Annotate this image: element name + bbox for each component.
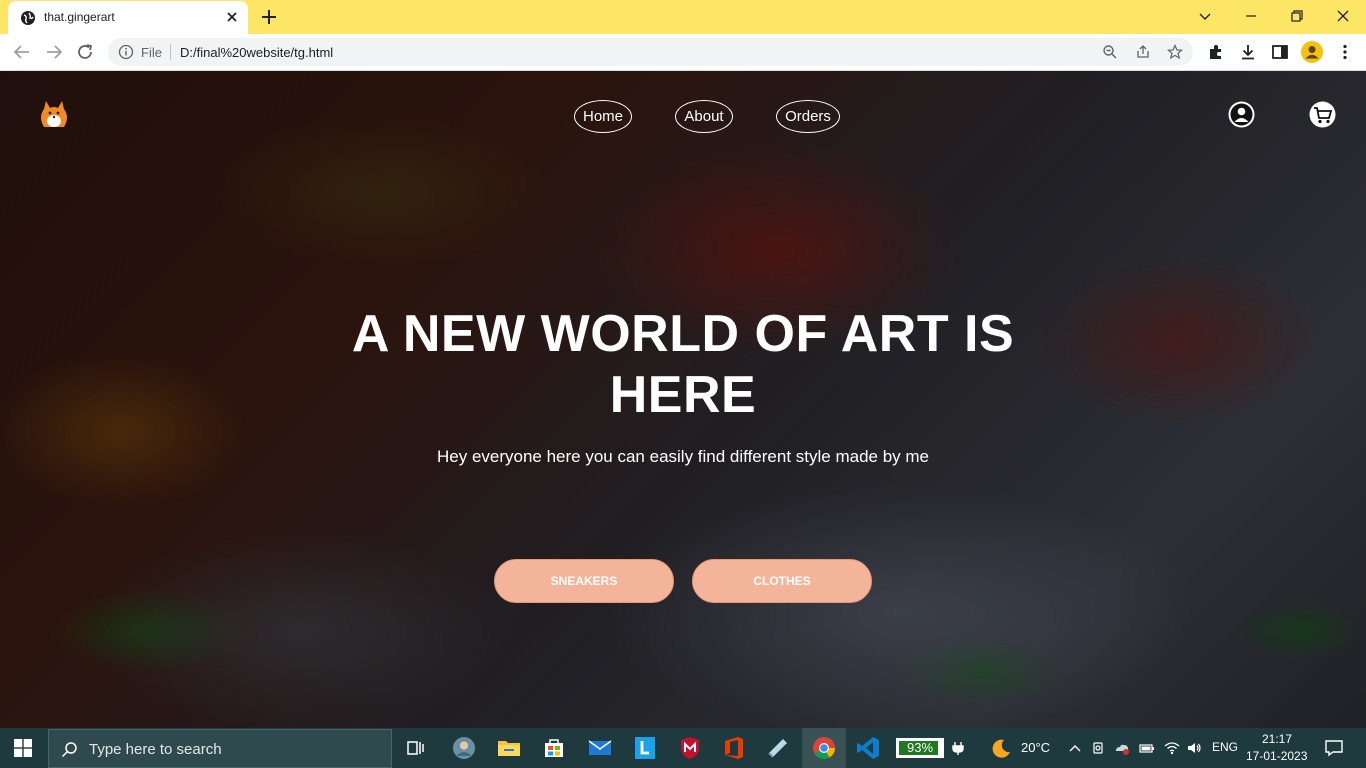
reload-icon[interactable] [75,42,97,62]
search-icon [61,742,77,758]
nav-about-link[interactable]: About [675,100,733,133]
lenovo-l-icon[interactable] [632,735,658,761]
clock-time[interactable]: 21:17 [1262,732,1292,746]
windows-start-icon[interactable] [14,739,32,757]
tab-title: that.gingerart [44,10,115,24]
microsoft-store-icon[interactable] [541,735,567,761]
zoom-icon[interactable] [1102,44,1118,60]
hero-subtitle: Hey everyone here you can easily find di… [436,447,929,466]
menu-dots-icon[interactable] [1336,43,1354,61]
vscode-icon[interactable] [855,735,881,761]
chevron-up-icon[interactable] [1067,740,1083,756]
camera-icon[interactable] [1091,740,1107,756]
download-icon[interactable] [1239,43,1257,61]
sneakers-button[interactable]: SNEAKERS [494,559,674,603]
power-plug-icon[interactable] [950,740,966,756]
url-text[interactable]: D:/final%20website/tg.html [180,45,333,60]
browser-tab-strip: that.gingerart [0,0,1366,34]
share-icon[interactable] [1135,44,1151,60]
language-indicator[interactable]: ENG [1212,740,1238,754]
taskbar-search-box[interactable]: Type here to search [48,729,392,768]
nav-home-link[interactable]: Home [574,100,632,133]
user-account-icon[interactable] [1228,101,1255,128]
hero-section: Home About Orders A NEW WORLD OF ART IS … [0,71,1366,728]
chevron-down-icon[interactable] [1194,6,1216,26]
clock-date[interactable]: 17-01-2023 [1246,749,1307,763]
new-tab-icon[interactable] [259,7,279,27]
shopping-cart-icon[interactable] [1309,101,1336,128]
windows-taskbar: Type here to search 93% 20°C ENG 21:17 1… [0,728,1366,768]
browser-toolbar: File D:/final%20website/tg.html [0,34,1366,71]
close-window-icon[interactable] [1332,6,1354,26]
volume-icon[interactable] [1186,740,1202,756]
clothes-button[interactable]: CLOTHES [692,559,872,603]
wifi-icon[interactable] [1164,740,1180,756]
info-icon[interactable] [118,44,134,60]
hero-title: A NEW WORLD OF ART IS HERE [351,305,1015,424]
extensions-icon[interactable] [1207,43,1225,61]
profile-avatar[interactable] [1301,41,1323,63]
task-view-icon[interactable] [403,735,429,761]
restore-icon[interactable] [1286,6,1308,26]
weather-temperature[interactable]: 20°C [1021,740,1050,755]
back-arrow-icon[interactable] [11,42,33,62]
battery-tray-icon[interactable] [1139,740,1155,756]
search-placeholder: Type here to search [89,741,222,758]
battery-indicator[interactable]: 93% [896,738,944,758]
chrome-icon[interactable] [811,735,837,761]
moon-weather-icon[interactable] [990,737,1012,759]
divider [170,44,171,60]
star-icon[interactable] [1167,44,1183,60]
close-icon[interactable] [224,9,240,25]
side-panel-icon[interactable] [1271,43,1289,61]
mail-icon[interactable] [587,735,613,761]
url-scheme-label: File [141,45,162,60]
globe-icon [21,11,35,25]
fox-logo[interactable] [36,97,72,133]
battery-percent: 93% [906,740,934,755]
people-icon[interactable] [451,735,477,761]
address-bar[interactable]: File D:/final%20website/tg.html [108,38,1193,66]
person-icon [1305,46,1319,59]
onedrive-icon[interactable] [1114,740,1130,756]
snip-tool-icon[interactable] [765,735,791,761]
file-explorer-icon[interactable] [496,735,522,761]
mcafee-shield-icon[interactable] [677,735,703,761]
notification-center-icon[interactable] [1324,738,1344,758]
browser-tab[interactable]: that.gingerart [8,1,248,34]
office-icon[interactable] [721,735,747,761]
nav-orders-link[interactable]: Orders [776,100,840,133]
minimize-icon[interactable] [1240,6,1262,26]
forward-arrow-icon[interactable] [43,42,65,62]
